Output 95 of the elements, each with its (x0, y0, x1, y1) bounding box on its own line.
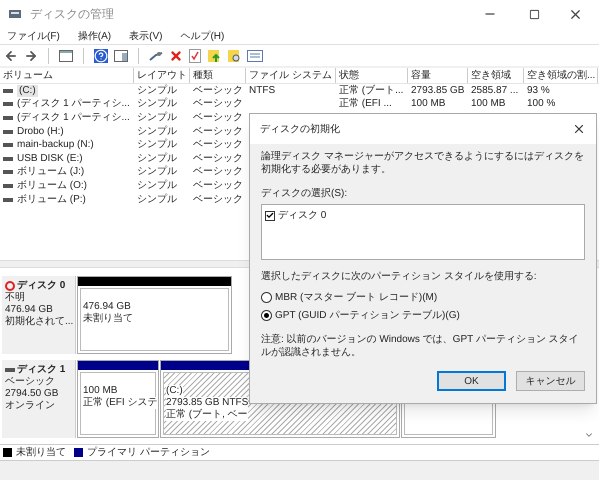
table-cell: シンプル (137, 152, 177, 165)
table-cell: シンプル (137, 180, 177, 192)
style-label: 選択したディスクに次のパーティション スタイルを使用する: (261, 270, 538, 284)
table-cell: シンプル (137, 84, 177, 97)
delete-icon[interactable] (169, 48, 183, 62)
column-header[interactable]: 容量 (408, 68, 468, 83)
partition-text: 2793.85 GB NTFS (166, 397, 248, 409)
table-cell: NTFS (249, 84, 276, 97)
dialog-button[interactable]: キャンセル (516, 371, 585, 391)
forward-icon[interactable] (24, 48, 38, 62)
menu-item[interactable]: ヘルプ(H) (177, 28, 228, 44)
dialog-message: 論理ディスク マネージャーがアクセスできるようにするにはディスクを初期化する必要があります。 (261, 150, 585, 176)
connect-icon[interactable] (149, 50, 163, 62)
table-cell: 2793.85 GB (411, 84, 464, 97)
check-icon[interactable] (189, 48, 201, 62)
menu-item[interactable]: 表示(V) (126, 28, 166, 44)
table-cell: 93 % (527, 84, 550, 97)
table-cell: ベーシック (193, 112, 243, 124)
disk-detail: 初期化されて... (5, 316, 72, 328)
column-header[interactable]: レイアウト (134, 68, 190, 83)
disk-name: ディスク 1 (17, 364, 66, 376)
table-cell: 正常 (EFI ... (339, 98, 392, 110)
table-cell: シンプル (137, 139, 177, 152)
radio-button[interactable] (261, 310, 272, 321)
table-cell: 正常 (ブート... (339, 84, 404, 97)
column-header[interactable]: 種類 (190, 68, 246, 83)
disk-name: ディスク 0 (17, 280, 66, 292)
table-cell: シンプル (137, 98, 177, 110)
table-cell: 100 % (527, 98, 556, 110)
table-cell: (ディスク 1 パーティシ... (17, 112, 130, 124)
radio-label: MBR (マスター ブート レコード)(M) (275, 290, 438, 305)
table-cell: ベーシック (193, 98, 243, 110)
table-cell: ベーシック (193, 139, 243, 152)
table-cell: シンプル (137, 166, 177, 178)
table-cell: ボリューム (P:) (17, 194, 86, 206)
back-icon[interactable] (4, 48, 18, 62)
note-text: 注意: 以前のバージョンの Windows では、GPT パーティション スタイルが認識されません。 (261, 333, 580, 359)
table-cell: ベーシック (193, 126, 243, 138)
window-title: ディスクの管理 (30, 6, 114, 23)
table-cell: 100 MB (411, 98, 446, 110)
close-icon[interactable] (572, 122, 586, 136)
table-cell: 100 MB (471, 98, 506, 110)
column-header[interactable]: ファイル システム (246, 68, 336, 83)
partition-block[interactable]: 476.94 GB 未割り当て (77, 276, 232, 354)
table-cell: ボリューム (J:) (17, 166, 84, 178)
table-cell: 2585.87 ... (471, 84, 518, 97)
table-cell: (ディスク 1 パーティシ... (17, 98, 130, 110)
folder-search-icon[interactable] (227, 48, 241, 62)
disk-option-label: ディスク 0 (278, 209, 326, 223)
partition-text: 正常 (EFI システ (83, 397, 158, 409)
table-cell: ベーシック (193, 84, 243, 97)
table-cell: ボリューム (O:) (17, 180, 87, 192)
list-icon[interactable] (247, 50, 263, 62)
partition-text: 正常 (ブート, ベー (166, 409, 248, 421)
console-icon[interactable] (59, 50, 73, 62)
drive-icon (5, 368, 15, 372)
table-cell: USB DISK (E:) (17, 152, 83, 165)
help-icon[interactable] (94, 48, 108, 62)
disk-list[interactable]: ディスク 0 (261, 204, 585, 260)
column-header[interactable]: 空き領域 (468, 68, 524, 83)
disk-detail: ベーシック (5, 376, 56, 388)
table-cell: ベーシック (193, 180, 243, 192)
app-icon (8, 8, 22, 20)
table-cell: (C:) (17, 84, 38, 97)
partition-text: 未割り当て (83, 313, 133, 325)
select-label: ディスクの選択(S): (261, 187, 348, 201)
radio-button[interactable] (261, 292, 272, 303)
table-cell: シンプル (137, 194, 177, 206)
table-cell: main-backup (N:) (17, 139, 94, 152)
table-cell: Drobo (H:) (17, 126, 64, 138)
column-header[interactable]: 空き領域の割... (524, 68, 598, 83)
checkbox[interactable] (265, 210, 275, 220)
folder-icon[interactable] (207, 48, 221, 62)
legend-label: 未割り当て (16, 446, 66, 460)
dialog-title: ディスクの初期化 (260, 122, 340, 136)
table-cell: ベーシック (193, 166, 243, 178)
table-cell: シンプル (137, 126, 177, 138)
maximize-icon[interactable] (529, 8, 540, 20)
dialog-button[interactable]: OK (437, 371, 506, 391)
panel-icon[interactable] (114, 50, 128, 62)
column-header[interactable]: 状態 (336, 68, 408, 83)
partition-block[interactable]: 100 MB 正常 (EFI システ (77, 360, 159, 438)
disk-detail: オンライン (5, 400, 56, 412)
disk-detail: 2794.50 GB (5, 388, 60, 400)
menu-item[interactable]: ファイル(F) (4, 28, 63, 44)
legend-label: プライマリ パーティション (87, 446, 210, 460)
table-cell: ベーシック (193, 152, 243, 165)
partition-text: (C:) (166, 385, 183, 397)
disk-detail: 不明 (5, 292, 26, 304)
column-header[interactable]: ボリューム (0, 68, 134, 83)
radio-label: GPT (GUID パーティション テーブル)(G) (275, 308, 460, 323)
table-cell: シンプル (137, 112, 177, 124)
menu-item[interactable]: 操作(A) (74, 28, 114, 44)
disk-detail: 476.94 GB (5, 304, 54, 316)
table-cell: ベーシック (193, 194, 243, 206)
